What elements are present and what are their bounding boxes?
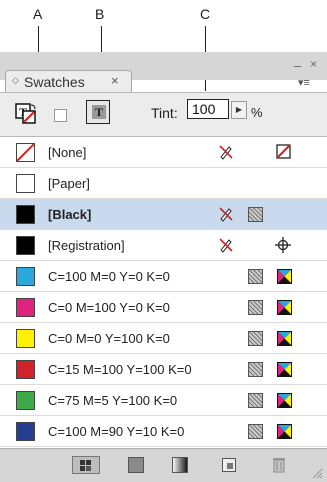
swatch-name: [None]: [48, 145, 87, 160]
resize-grip-icon[interactable]: [311, 467, 323, 479]
panel-bottom-bar: [0, 448, 327, 482]
text-icon: T: [92, 105, 106, 119]
new-swatch-icon[interactable]: [222, 458, 236, 472]
swatch-chip: [16, 298, 35, 317]
cmyk-mode-icon: [277, 393, 292, 408]
swatch-chip: [16, 205, 35, 224]
swatch-name: C=100 M=0 Y=0 K=0: [48, 269, 170, 284]
swatch-chip: [16, 236, 35, 255]
tint-input[interactable]: [187, 99, 229, 119]
swatch-name: C=0 M=0 Y=100 K=0: [48, 331, 170, 346]
cmyk-mode-icon: [277, 362, 292, 377]
swatch-chip: [16, 143, 35, 162]
process-color-icon: [248, 331, 263, 346]
process-color-icon: [248, 300, 263, 315]
swatch-row[interactable]: C=75 M=5 Y=100 K=0: [0, 385, 327, 416]
swatch-chip: [16, 267, 35, 286]
callout-a: A: [33, 6, 43, 22]
registration-icon: [275, 237, 291, 253]
tint-slider-arrow[interactable]: ▶: [231, 101, 247, 119]
callout-b: B: [95, 6, 105, 22]
trash-icon[interactable]: [272, 456, 286, 473]
collapse-icon[interactable]: ◇: [12, 75, 19, 86]
swatch-chip: [16, 360, 35, 379]
minimize-icon[interactable]: –: [294, 58, 301, 73]
swatch-row[interactable]: [Black]: [0, 199, 327, 230]
tint-label: Tint:: [151, 105, 178, 121]
swatch-chip: [16, 391, 35, 410]
tab-title: Swatches: [24, 74, 85, 90]
swatch-chip: [16, 329, 35, 348]
process-color-icon: [248, 424, 263, 439]
process-color-icon: [248, 393, 263, 408]
no-edit-pencil-icon: [219, 145, 233, 160]
panel-menu-icon[interactable]: ▾≡: [298, 76, 310, 89]
swatches-panel: – × ▾≡ ◇ Swatches × T T Tint: ▶ % [None]…: [0, 52, 327, 482]
none-color-icon: [276, 144, 291, 159]
swatch-name: [Black]: [48, 207, 92, 222]
swatch-row[interactable]: [None]: [0, 137, 327, 168]
formatting-container-icon[interactable]: [54, 109, 67, 122]
swatch-row[interactable]: C=100 M=90 Y=10 K=0: [0, 416, 327, 447]
swatch-name: [Registration]: [48, 238, 125, 253]
show-color-swatches-icon[interactable]: [128, 457, 144, 473]
swatch-row[interactable]: C=0 M=0 Y=100 K=0: [0, 323, 327, 354]
swatch-row[interactable]: [Paper]: [0, 168, 327, 199]
swatch-name: C=15 M=100 Y=100 K=0: [48, 362, 192, 377]
show-gradient-swatches-icon[interactable]: [172, 457, 188, 473]
panel-titlebar: – × ▾≡ ◇ Swatches ×: [0, 52, 327, 93]
swatch-row[interactable]: [Registration]: [0, 230, 327, 261]
swatch-row[interactable]: C=100 M=0 Y=0 K=0: [0, 261, 327, 292]
cmyk-mode-icon: [277, 300, 292, 315]
swatch-row[interactable]: C=0 M=100 Y=0 K=0: [0, 292, 327, 323]
swatch-list: [None] [Paper] [Black] [Registration] C=100 …: [0, 136, 327, 449]
close-icon[interactable]: ×: [310, 57, 317, 71]
no-edit-pencil-icon: [219, 238, 233, 253]
swatch-name: [Paper]: [48, 176, 90, 191]
no-edit-pencil-icon: [219, 207, 233, 222]
swatch-name: C=75 M=5 Y=100 K=0: [48, 393, 178, 408]
callout-c: C: [200, 6, 211, 22]
swatch-chip: [16, 422, 35, 441]
fill-stroke-toggle-icon[interactable]: T: [15, 103, 37, 125]
swatch-chip: [16, 174, 35, 193]
swatch-toolbar: T T Tint: ▶ %: [0, 92, 327, 137]
swatch-name: C=0 M=100 Y=0 K=0: [48, 300, 170, 315]
process-color-icon: [248, 207, 263, 222]
tab-swatches[interactable]: ◇ Swatches ×: [5, 70, 132, 93]
tint-unit: %: [251, 105, 263, 120]
process-color-icon: [248, 362, 263, 377]
show-all-swatches-icon[interactable]: [72, 456, 100, 474]
cmyk-mode-icon: [277, 424, 292, 439]
swatch-name: C=100 M=90 Y=10 K=0: [48, 424, 185, 439]
cmyk-mode-icon: [277, 331, 292, 346]
cmyk-mode-icon: [277, 269, 292, 284]
tab-close-icon[interactable]: ×: [111, 73, 119, 88]
swatch-row[interactable]: C=15 M=100 Y=100 K=0: [0, 354, 327, 385]
process-color-icon: [248, 269, 263, 284]
